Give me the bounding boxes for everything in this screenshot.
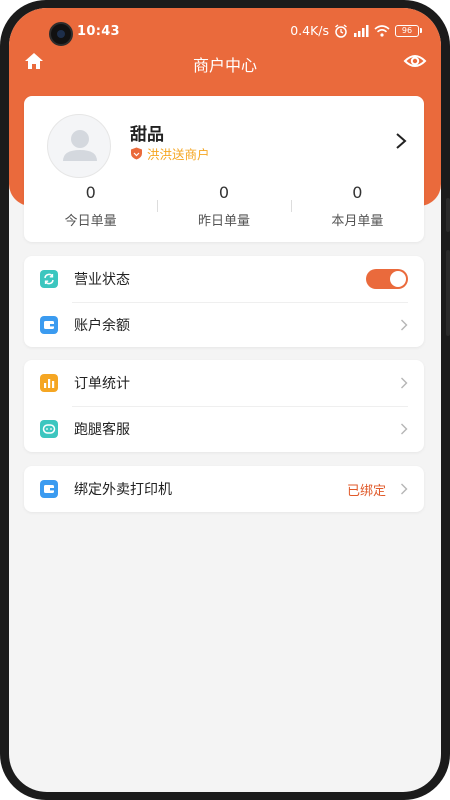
toggle-knob: [390, 271, 406, 287]
profile-card[interactable]: 甜品 洪洪送商户 0 今日单量 0 昨日单量 0 本月单量: [24, 96, 424, 242]
alarm-icon: [335, 23, 347, 38]
stat-today-label: 今日单量: [64, 214, 117, 229]
chevron-right-icon: [401, 319, 408, 331]
stat-month-label: 本月单量: [331, 214, 384, 229]
status-time: 10:43: [77, 24, 120, 39]
chat-icon: [40, 420, 58, 438]
status-icons: 0.4K/s 96: [290, 23, 422, 38]
menu-item-business-status: 营业状态: [24, 256, 424, 302]
business-status-toggle[interactable]: [366, 269, 408, 289]
wifi-icon: [374, 24, 390, 37]
wallet-icon: [40, 316, 58, 334]
phone-frame: 10:43 0.4K/s 96 商户中心 甜品 洪洪送商户 0 今日单量 0 昨…: [0, 0, 450, 800]
battery-icon: 96: [395, 24, 422, 37]
screen: 10:43 0.4K/s 96 商户中心 甜品 洪洪送商户 0 今日单量 0 昨…: [9, 8, 441, 792]
printer-icon: [40, 480, 58, 498]
avatar: [47, 114, 111, 178]
page-title: 商户中心: [192, 56, 257, 75]
battery-level: 96: [401, 25, 413, 35]
menu-item-account-balance[interactable]: 账户余额: [24, 302, 424, 348]
menu-card-printer: 绑定外卖打印机 已绑定: [24, 466, 424, 512]
chevron-right-icon: [401, 423, 408, 435]
menu-card-orders: 订单统计 跑腿客服: [24, 360, 424, 452]
stat-month-value: 0: [352, 183, 363, 202]
avatar-placeholder-icon: [63, 130, 97, 161]
menu-label-errand-service: 跑腿客服: [74, 422, 130, 438]
menu-label-business-status: 营业状态: [74, 272, 130, 288]
merchant-tag: 洪洪送商户: [130, 144, 210, 163]
stat-yesterday: 0 昨日单量: [157, 182, 290, 232]
nav-bar: 商户中心: [9, 44, 441, 78]
volume-button: [446, 198, 450, 232]
chevron-right-icon: [401, 377, 408, 389]
bar-chart-icon: [40, 374, 58, 392]
stat-yesterday-label: 昨日单量: [197, 214, 250, 229]
order-stats: 0 今日单量 0 昨日单量 0 本月单量: [24, 182, 424, 232]
menu-item-errand-service[interactable]: 跑腿客服: [24, 406, 424, 452]
stat-yesterday-value: 0: [218, 183, 230, 202]
chevron-right-icon: [401, 483, 408, 495]
stat-today-value: 0: [85, 183, 96, 202]
menu-card-business: 营业状态 账户余额: [24, 256, 424, 347]
chevron-right-icon[interactable]: [394, 132, 408, 150]
camera-icon: [49, 22, 73, 46]
merchant-name: 甜品: [130, 125, 164, 145]
net-speed: 0.4K/s: [290, 23, 329, 38]
menu-label-order-stats: 订单统计: [74, 376, 130, 392]
signal-icon: [354, 24, 369, 37]
menu-label-bind-printer: 绑定外卖打印机: [74, 482, 172, 498]
menu-label-account-balance: 账户余额: [74, 318, 130, 334]
printer-status: 已绑定: [346, 483, 386, 499]
refresh-icon: [40, 270, 58, 288]
stat-month: 0 本月单量: [290, 182, 424, 232]
power-button: [446, 250, 450, 336]
menu-item-bind-printer[interactable]: 绑定外卖打印机 已绑定: [24, 466, 424, 512]
menu-item-order-stats[interactable]: 订单统计: [24, 360, 424, 406]
merchant-tag-label: 洪洪送商户: [147, 147, 210, 162]
stat-today: 0 今日单量: [24, 182, 157, 232]
shield-icon: [131, 147, 142, 160]
eye-icon[interactable]: [403, 50, 427, 72]
